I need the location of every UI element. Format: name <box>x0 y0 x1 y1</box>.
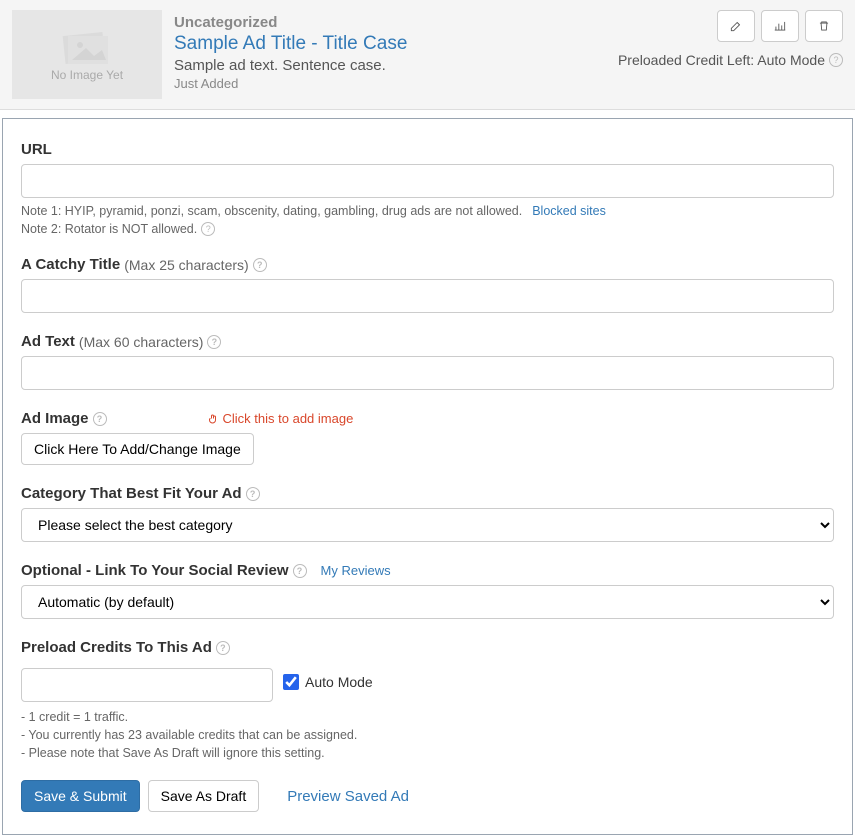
url-note2: Note 2: Rotator is NOT allowed. <box>21 222 197 236</box>
ad-added: Just Added <box>174 76 407 91</box>
preload-label: Preload Credits To This Ad <box>21 639 212 656</box>
hand-icon <box>207 413 219 425</box>
automode-checkbox[interactable] <box>283 674 299 690</box>
url-input[interactable] <box>21 164 834 198</box>
header-left: No Image Yet Uncategorized Sample Ad Tit… <box>12 10 407 99</box>
category-select[interactable]: Please select the best category <box>21 508 834 542</box>
bar-chart-icon <box>773 19 787 33</box>
category-group: Category That Best Fit Your Ad ? Please … <box>21 485 834 542</box>
adimage-group: Ad Image ? Click this to add image Click… <box>21 410 834 465</box>
preview-link[interactable]: Preview Saved Ad <box>287 788 409 805</box>
help-icon[interactable]: ? <box>246 487 260 501</box>
url-label: URL <box>21 141 52 158</box>
ad-category: Uncategorized <box>174 14 407 31</box>
header-info: Uncategorized Sample Ad Title - Title Ca… <box>174 10 407 99</box>
help-icon[interactable]: ? <box>253 258 267 272</box>
help-icon[interactable]: ? <box>293 564 307 578</box>
edit-button[interactable] <box>717 10 755 42</box>
social-select[interactable]: Automatic (by default) <box>21 585 834 619</box>
help-icon[interactable]: ? <box>93 412 107 426</box>
ad-text: Sample ad text. Sentence case. <box>174 57 407 74</box>
automode-label: Auto Mode <box>305 674 373 690</box>
preload-note3: - Please note that Save As Draft will ig… <box>21 746 834 760</box>
ad-header: No Image Yet Uncategorized Sample Ad Tit… <box>0 0 855 110</box>
title-group: A Catchy Title (Max 25 characters) ? <box>21 256 834 313</box>
pencil-icon <box>729 19 743 33</box>
ad-image-thumbnail: No Image Yet <box>12 10 162 99</box>
help-icon[interactable]: ? <box>829 53 843 67</box>
my-reviews-link[interactable]: My Reviews <box>321 563 391 578</box>
no-image-icon <box>58 28 116 68</box>
ad-title[interactable]: Sample Ad Title - Title Case <box>174 33 407 55</box>
adimage-label: Ad Image <box>21 410 89 427</box>
preload-note2: - You currently has 23 available credits… <box>21 728 834 742</box>
url-group: URL Note 1: HYIP, pyramid, ponzi, scam, … <box>21 141 834 236</box>
preload-group: Preload Credits To This Ad ? Auto Mode -… <box>21 639 834 760</box>
credit-line: Preloaded Credit Left: Auto Mode ? <box>618 52 843 68</box>
url-note1: Note 1: HYIP, pyramid, ponzi, scam, obsc… <box>21 204 522 218</box>
title-input[interactable] <box>21 279 834 313</box>
preload-input[interactable] <box>21 668 273 702</box>
save-draft-button[interactable]: Save As Draft <box>148 780 260 812</box>
credit-text: Preloaded Credit Left: Auto Mode <box>618 52 825 68</box>
blocked-sites-link[interactable]: Blocked sites <box>532 204 606 218</box>
adimage-hint: Click this to add image <box>207 411 354 426</box>
preload-note1: - 1 credit = 1 traffic. <box>21 710 834 724</box>
save-submit-button[interactable]: Save & Submit <box>21 780 140 812</box>
adtext-input[interactable] <box>21 356 834 390</box>
adtext-hint: (Max 60 characters) <box>79 334 203 350</box>
title-hint: (Max 25 characters) <box>124 257 248 273</box>
adtext-label: Ad Text <box>21 333 75 350</box>
help-icon[interactable]: ? <box>207 335 221 349</box>
title-label: A Catchy Title <box>21 256 120 273</box>
trash-icon <box>817 19 831 33</box>
add-image-button[interactable]: Click Here To Add/Change Image <box>21 433 254 465</box>
no-image-text: No Image Yet <box>51 68 123 82</box>
stats-button[interactable] <box>761 10 799 42</box>
help-icon[interactable]: ? <box>201 222 215 236</box>
action-buttons <box>618 10 843 42</box>
social-label: Optional - Link To Your Social Review <box>21 562 289 579</box>
form-actions: Save & Submit Save As Draft Preview Save… <box>21 780 834 812</box>
header-right: Preloaded Credit Left: Auto Mode ? <box>618 10 843 99</box>
category-label: Category That Best Fit Your Ad <box>21 485 242 502</box>
ad-form: URL Note 1: HYIP, pyramid, ponzi, scam, … <box>2 118 853 835</box>
social-group: Optional - Link To Your Social Review ? … <box>21 562 834 619</box>
help-icon[interactable]: ? <box>216 641 230 655</box>
adtext-group: Ad Text (Max 60 characters) ? <box>21 333 834 390</box>
delete-button[interactable] <box>805 10 843 42</box>
